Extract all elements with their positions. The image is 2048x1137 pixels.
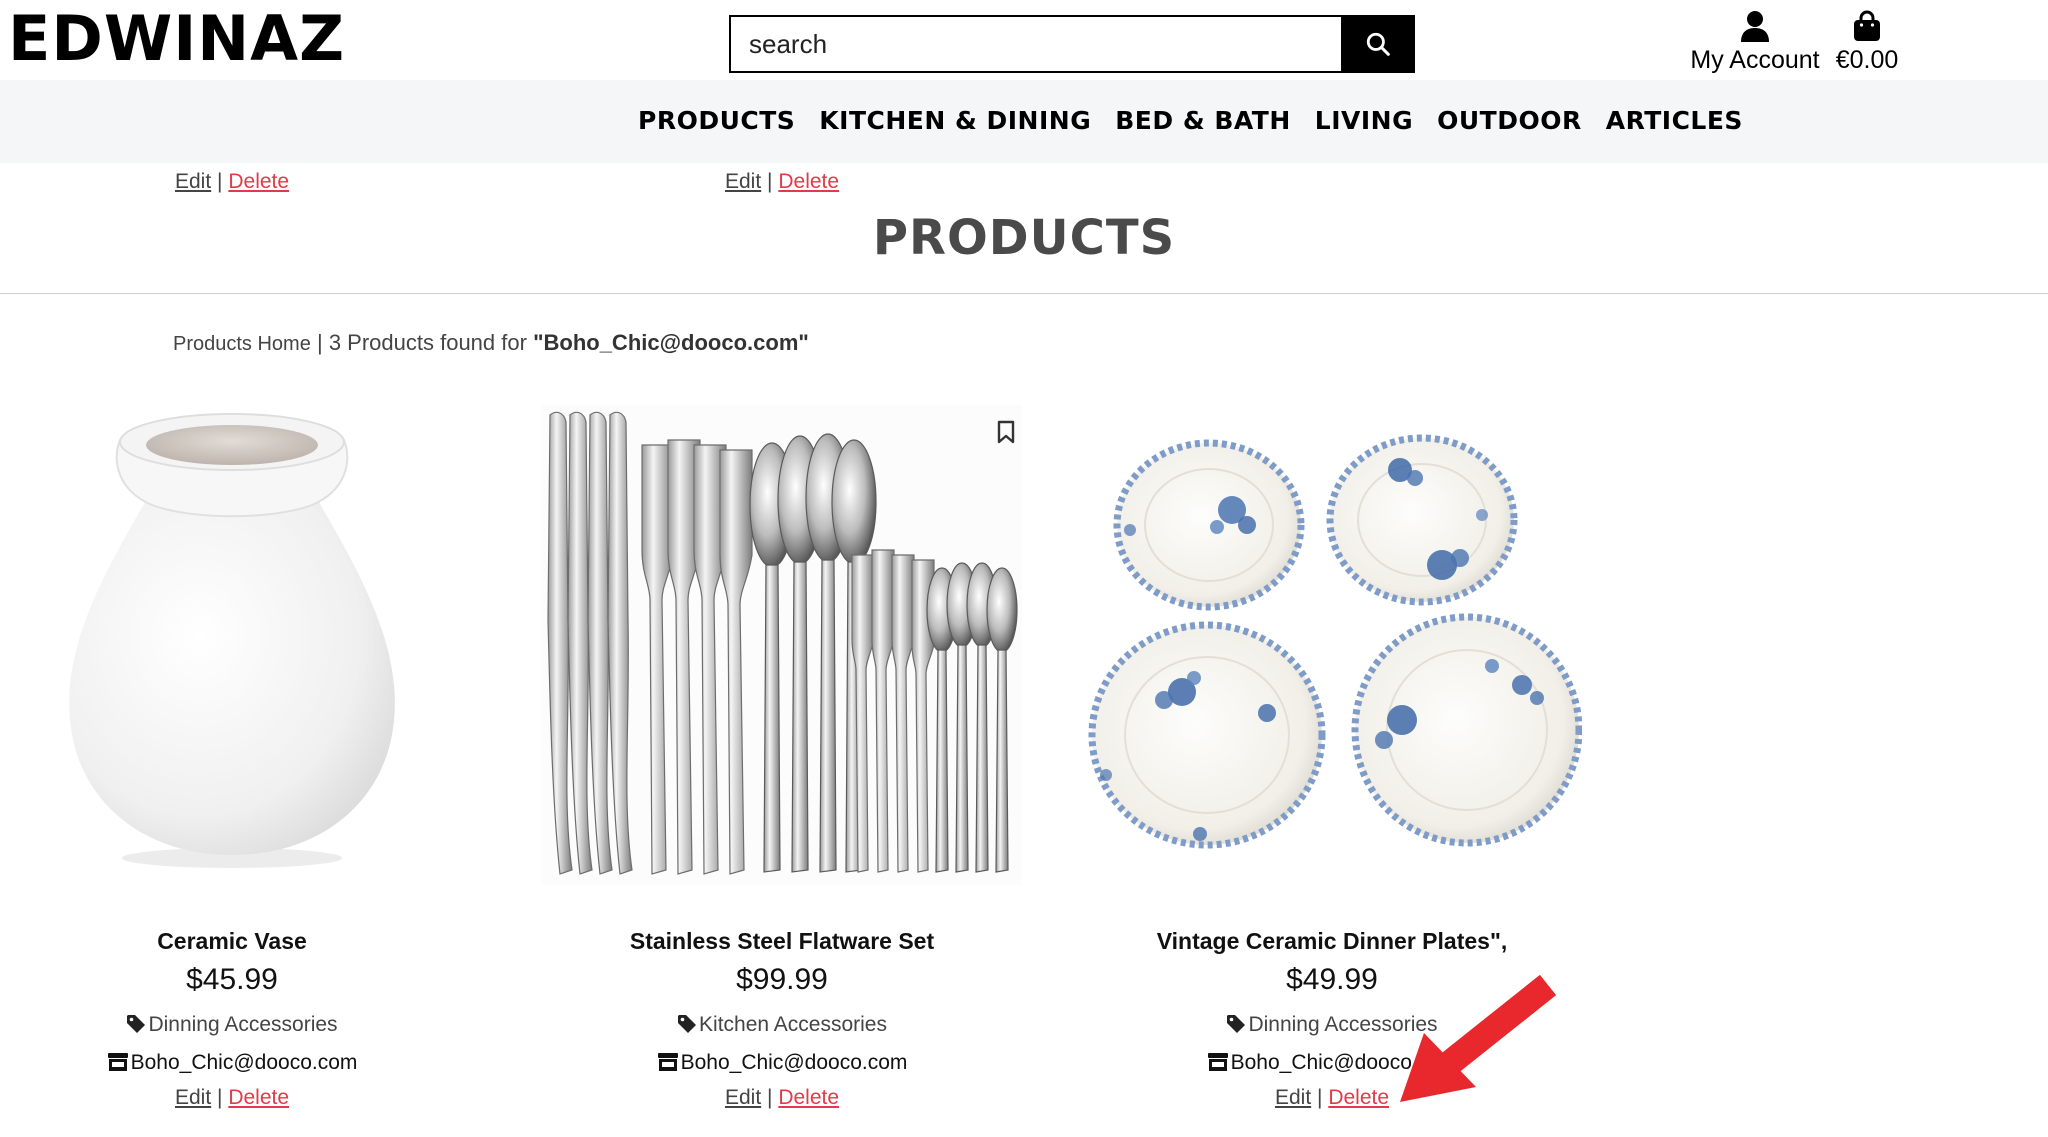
nav-list: PRODUCTS KITCHEN & DINING BED & BATH LIV…: [638, 106, 1743, 135]
product-name[interactable]: Ceramic Vase: [0, 928, 482, 955]
site-logo[interactable]: EDWINAZ: [8, 8, 345, 70]
edit-link[interactable]: Edit: [175, 1086, 211, 1109]
product-price: $45.99: [186, 963, 278, 996]
separator: |: [1317, 1086, 1323, 1109]
main-nav: PRODUCTS KITCHEN & DINING BED & BATH LIV…: [0, 80, 2048, 163]
product-actions: Edit | Delete: [532, 1086, 1032, 1110]
product-seller-label: Boho_Chic@dooco.com: [680, 1051, 908, 1074]
product-image-flatware-set[interactable]: [532, 400, 1032, 890]
breadcrumb-separator: |: [316, 330, 323, 355]
breadcrumb-home-link[interactable]: Products Home: [173, 333, 311, 355]
product-actions: Edit | Delete: [0, 1086, 482, 1110]
nav-item-bed-bath[interactable]: BED & BATH: [1115, 106, 1291, 135]
edit-link[interactable]: Edit: [1275, 1086, 1311, 1109]
delete-link[interactable]: Delete: [778, 170, 839, 193]
nav-item-articles[interactable]: ARTICLES: [1606, 106, 1743, 135]
stray-actions-2: Edit | Delete: [725, 170, 839, 194]
my-account-label: My Account: [1690, 46, 1820, 74]
shopping-bag-icon: [1854, 10, 1880, 41]
product-image-ceramic-vase[interactable]: [0, 400, 482, 890]
nav-item-living[interactable]: LIVING: [1315, 106, 1413, 135]
shopping-bag-link[interactable]: €0.00: [1832, 10, 1902, 75]
separator: |: [767, 1086, 773, 1109]
edit-link[interactable]: Edit: [175, 170, 211, 193]
nav-item-products[interactable]: PRODUCTS: [638, 106, 795, 135]
tag-icon: [678, 1015, 697, 1033]
my-account-link[interactable]: My Account: [1690, 10, 1820, 75]
page-title: PRODUCTS: [872, 210, 1176, 266]
product-seller: Boho_Chic@dooco.com: [532, 1051, 1032, 1075]
stray-actions-1: Edit | Delete: [175, 170, 289, 194]
product-seller: Boho_Chic@dooco.com: [0, 1051, 482, 1075]
search-input[interactable]: [729, 15, 1341, 73]
annotation-arrow: [1400, 975, 1557, 1102]
edit-link[interactable]: Edit: [725, 170, 761, 193]
nav-item-kitchen-dining[interactable]: KITCHEN & DINING: [819, 106, 1091, 135]
product-name[interactable]: Vintage Ceramic Dinner Plates",: [1082, 928, 1582, 955]
product-image-dinner-plates[interactable]: [1082, 400, 1582, 890]
bag-total: €0.00: [1835, 46, 1899, 74]
user-icon: [1741, 11, 1769, 42]
tag-icon: [127, 1015, 146, 1033]
nav-item-outdoor[interactable]: OUTDOOR: [1437, 106, 1582, 135]
bookmark-icon[interactable]: [997, 420, 1015, 444]
delete-link[interactable]: Delete: [228, 170, 289, 193]
search-icon: [1366, 32, 1390, 56]
breadcrumb: Products Home | 3 Products found for "Bo…: [173, 330, 809, 356]
separator: |: [217, 170, 223, 193]
store-icon: [107, 1053, 128, 1071]
delete-link[interactable]: Delete: [778, 1086, 839, 1109]
delete-link[interactable]: Delete: [228, 1086, 289, 1109]
separator: |: [217, 1086, 223, 1109]
title-divider: [0, 293, 2048, 294]
separator: |: [767, 170, 773, 193]
product-category-label: Dinning Accessories: [148, 1013, 338, 1036]
product-category[interactable]: Dinning Accessories: [0, 1013, 482, 1037]
results-query: "Boho_Chic@dooco.com": [533, 330, 809, 355]
product-category[interactable]: Kitchen Accessories: [532, 1013, 1032, 1037]
product-seller-label: Boho_Chic@dooco.com: [130, 1051, 358, 1074]
store-icon: [657, 1053, 678, 1071]
product-price: $99.99: [736, 963, 828, 996]
delete-link[interactable]: Delete: [1328, 1086, 1389, 1109]
product-category-label: Kitchen Accessories: [699, 1013, 887, 1036]
edit-link[interactable]: Edit: [725, 1086, 761, 1109]
results-count: 3 Products found for: [328, 330, 527, 355]
search-button[interactable]: [1341, 15, 1415, 73]
product-name[interactable]: Stainless Steel Flatware Set: [532, 928, 1032, 955]
search-form: [729, 15, 1415, 73]
tag-icon: [1227, 1015, 1246, 1033]
store-icon: [1207, 1053, 1228, 1071]
